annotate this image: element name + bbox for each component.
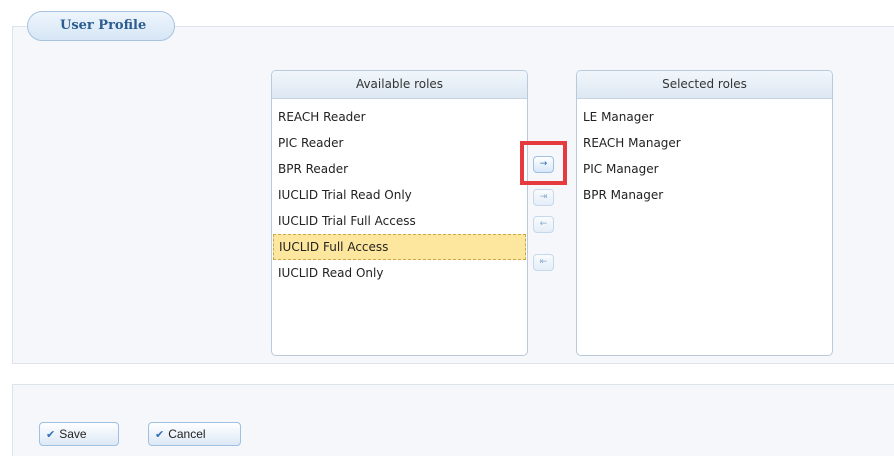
available-role-item[interactable]: IUCLID Trial Full Access — [272, 208, 527, 234]
available-role-item[interactable]: BPR Reader — [272, 156, 527, 182]
selected-roles-header: Selected roles — [577, 71, 832, 99]
selected-role-item[interactable]: REACH Manager — [577, 130, 832, 156]
tab-user-profile[interactable]: User Profile — [27, 11, 175, 41]
available-role-item[interactable]: IUCLID Read Only — [272, 260, 527, 286]
remove-all-button[interactable]: ⇤ — [533, 254, 554, 271]
save-button-label: Save — [59, 427, 87, 441]
add-all-button[interactable]: ⇥ — [533, 189, 554, 206]
available-role-item[interactable]: PIC Reader — [272, 130, 527, 156]
check-icon: ✔ — [46, 429, 56, 441]
cancel-button[interactable]: ✔ Cancel — [148, 422, 241, 446]
selected-roles-list: Selected roles LE Manager REACH Manager … — [576, 70, 833, 356]
remove-selected-button[interactable]: ← — [533, 216, 554, 233]
available-role-item[interactable]: IUCLID Trial Read Only — [272, 182, 527, 208]
selected-role-item[interactable]: LE Manager — [577, 104, 832, 130]
cancel-button-label: Cancel — [168, 427, 206, 441]
add-selected-button[interactable]: → — [533, 156, 554, 173]
available-role-item-active[interactable]: IUCLID Full Access — [273, 234, 526, 260]
available-role-item[interactable]: REACH Reader — [272, 104, 527, 130]
available-roles-header: Available roles — [272, 71, 527, 99]
actions-panel — [12, 384, 894, 456]
check-icon: ✔ — [155, 429, 165, 441]
available-roles-list: Available roles REACH Reader PIC Reader … — [271, 70, 528, 356]
selected-role-item[interactable]: PIC Manager — [577, 156, 832, 182]
save-button[interactable]: ✔ Save — [39, 422, 119, 446]
selected-role-item[interactable]: BPR Manager — [577, 182, 832, 208]
